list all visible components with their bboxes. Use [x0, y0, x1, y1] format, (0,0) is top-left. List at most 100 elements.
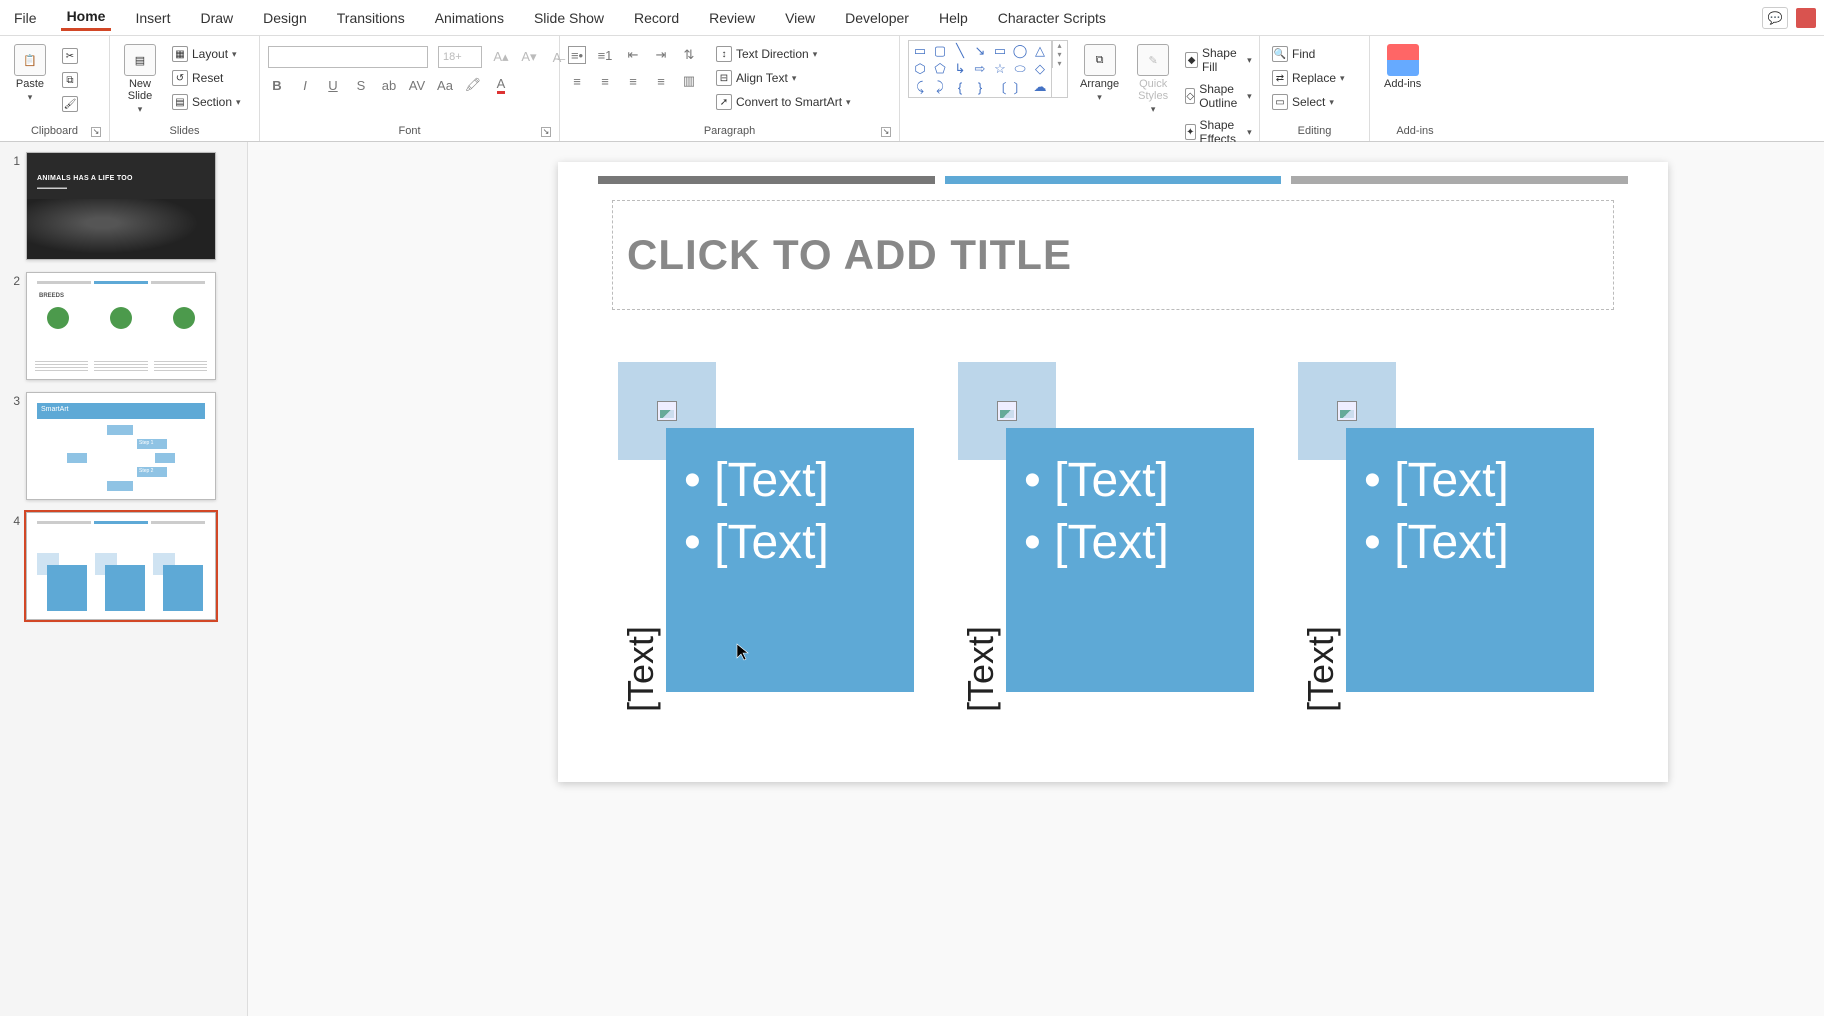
bullets-icon[interactable]: ≡• — [568, 46, 586, 64]
slide-thumbnail-panel[interactable]: 1 ANIMALS HAS A LIFE TOO ▬▬▬▬▬▬ 2 BREEDS… — [0, 142, 248, 1016]
thumb3-header: SmartArt — [37, 403, 205, 419]
highlight-icon[interactable]: 🖍 — [464, 76, 482, 94]
layout-icon: ▦ — [172, 46, 188, 62]
slide-thumbnail-2[interactable]: BREEDS — [26, 272, 216, 380]
tab-draw[interactable]: Draw — [194, 6, 239, 30]
title-placeholder[interactable]: CLICK TO ADD TITLE — [612, 200, 1614, 310]
slide-canvas[interactable]: CLICK TO ADD TITLE [Text] [Text] [Text] — [248, 142, 1824, 1016]
outdent-icon[interactable]: ⇤ — [624, 46, 642, 64]
layout-button[interactable]: ▦Layout▾ — [168, 44, 245, 64]
thumb-number: 3 — [8, 392, 20, 500]
reset-button[interactable]: ↺Reset — [168, 68, 245, 88]
font-launcher[interactable]: ↘ — [541, 127, 551, 137]
text-direction-icon: ↕ — [716, 46, 732, 62]
comments-button[interactable]: 💬 — [1762, 7, 1788, 29]
convert-smartart-button[interactable]: ➚Convert to SmartArt▾ — [712, 92, 855, 112]
slide-thumbnail-1[interactable]: ANIMALS HAS A LIFE TOO ▬▬▬▬▬▬ — [26, 152, 216, 260]
vertical-text-placeholder[interactable]: [Text] — [1298, 470, 1344, 690]
quick-styles-button[interactable]: ✎ Quick Styles▾ — [1131, 40, 1175, 119]
replace-button[interactable]: ⇄Replace▾ — [1268, 68, 1349, 88]
align-center-icon[interactable]: ≡ — [596, 72, 614, 90]
slide-thumbnail-3[interactable]: SmartArt Step 1 Step 2 — [26, 392, 216, 500]
bold-icon[interactable]: B — [268, 76, 286, 94]
smartart-item-3[interactable]: [Text] [Text] [Text] — [1298, 362, 1608, 692]
shape-outline-button[interactable]: ◇Shape Outline▾ — [1181, 80, 1256, 112]
tab-review[interactable]: Review — [703, 6, 761, 30]
cut-button[interactable]: ✂ — [58, 46, 82, 66]
tab-developer[interactable]: Developer — [839, 6, 915, 30]
tab-transitions[interactable]: Transitions — [331, 6, 411, 30]
paragraph-launcher[interactable]: ↘ — [881, 127, 891, 137]
slide-thumbnail-4[interactable] — [26, 512, 216, 620]
paste-button[interactable]: 📋 Paste ▾ — [8, 40, 52, 107]
shape-textbox-icon[interactable]: ▭ — [911, 43, 929, 59]
shape-outline-icon: ◇ — [1185, 88, 1195, 104]
tab-insert[interactable]: Insert — [129, 6, 176, 30]
decrease-font-icon[interactable]: A▾ — [520, 48, 538, 66]
select-button[interactable]: ▭Select▾ — [1268, 92, 1349, 112]
tab-record[interactable]: Record — [628, 6, 685, 30]
thumb1-subtitle: ▬▬▬▬▬▬ — [37, 185, 67, 191]
tab-character-scripts[interactable]: Character Scripts — [992, 6, 1112, 30]
tab-design[interactable]: Design — [257, 6, 313, 30]
smartart-content[interactable]: [Text] [Text] [Text] [Text] [Text] [ — [618, 362, 1608, 692]
convert-smartart-icon: ➚ — [716, 94, 732, 110]
tab-view[interactable]: View — [779, 6, 821, 30]
shape-fill-button[interactable]: ◆Shape Fill▾ — [1181, 44, 1256, 76]
account-box[interactable] — [1796, 8, 1816, 28]
shapes-gallery[interactable]: ▭▢╲↘▭◯△ ⬡⬠↳⇨☆⬭◇ ⤹⤸{}〔〕☁ — [908, 40, 1052, 98]
find-icon: 🔍 — [1272, 46, 1288, 62]
font-size-input[interactable]: 18+ — [438, 46, 482, 68]
thumb-number: 2 — [8, 272, 20, 380]
change-case-icon[interactable]: Aa — [436, 76, 454, 94]
cut-icon: ✂ — [62, 48, 78, 64]
new-slide-button[interactable]: ▤ New Slide ▾ — [118, 40, 162, 119]
picture-icon — [997, 401, 1017, 421]
format-painter-button[interactable]: 🖌 — [58, 94, 82, 114]
smartart-item-1[interactable]: [Text] [Text] [Text] — [618, 362, 928, 692]
align-left-icon[interactable]: ≡ — [568, 72, 586, 90]
bullet-text: [Text] — [1364, 512, 1576, 574]
ribbon: 📋 Paste ▾ ✂ ⧉ 🖌 Clipboard↘ ▤ New Slide ▾… — [0, 36, 1824, 142]
bullet-body[interactable]: [Text] [Text] — [1006, 428, 1254, 692]
addins-label: Add-ins — [1384, 78, 1421, 90]
increase-font-icon[interactable]: A▴ — [492, 48, 510, 66]
thumb1-image — [27, 199, 215, 259]
bullet-body[interactable]: [Text] [Text] — [666, 428, 914, 692]
tab-slideshow[interactable]: Slide Show — [528, 6, 610, 30]
slide[interactable]: CLICK TO ADD TITLE [Text] [Text] [Text] — [558, 162, 1668, 782]
align-text-icon: ⊟ — [716, 70, 732, 86]
numbering-icon[interactable]: ≡1 — [596, 46, 614, 64]
underline-icon[interactable]: U — [324, 76, 342, 94]
char-spacing-icon[interactable]: AV — [408, 76, 426, 94]
bullet-body[interactable]: [Text] [Text] — [1346, 428, 1594, 692]
find-button[interactable]: 🔍Find — [1268, 44, 1349, 64]
copy-button[interactable]: ⧉ — [58, 70, 82, 90]
addins-button[interactable]: Add-ins — [1378, 40, 1427, 94]
justify-icon[interactable]: ≡ — [652, 72, 670, 90]
tab-file[interactable]: File — [8, 6, 43, 30]
indent-icon[interactable]: ⇥ — [652, 46, 670, 64]
tab-animations[interactable]: Animations — [429, 6, 510, 30]
align-text-button[interactable]: ⊟Align Text▾ — [712, 68, 855, 88]
bullet-text: [Text] — [1364, 450, 1576, 512]
arrange-button[interactable]: ⧉ Arrange▾ — [1074, 40, 1125, 107]
clipboard-launcher[interactable]: ↘ — [91, 127, 101, 137]
shape-fill-icon: ◆ — [1185, 52, 1198, 68]
smartart-item-2[interactable]: [Text] [Text] [Text] — [958, 362, 1268, 692]
tab-help[interactable]: Help — [933, 6, 974, 30]
strike-icon[interactable]: S — [352, 76, 370, 94]
shadow-icon[interactable]: ab — [380, 76, 398, 94]
quick-styles-label: Quick Styles — [1138, 78, 1168, 102]
section-button[interactable]: ▤Section▾ — [168, 92, 245, 112]
text-direction-button[interactable]: ↕Text Direction▾ — [712, 44, 855, 64]
tab-home[interactable]: Home — [61, 4, 112, 31]
line-spacing-icon[interactable]: ⇅ — [680, 46, 698, 64]
font-color-icon[interactable]: A — [492, 76, 510, 94]
vertical-text-placeholder[interactable]: [Text] — [618, 470, 664, 690]
font-name-input[interactable] — [268, 46, 428, 68]
columns-icon[interactable]: ▥ — [680, 72, 698, 90]
italic-icon[interactable]: I — [296, 76, 314, 94]
vertical-text-placeholder[interactable]: [Text] — [958, 470, 1004, 690]
align-right-icon[interactable]: ≡ — [624, 72, 642, 90]
